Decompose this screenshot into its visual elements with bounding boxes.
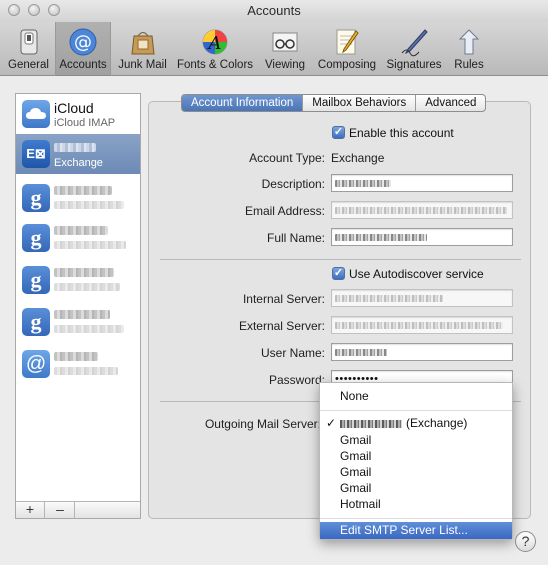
menu-separator <box>320 518 512 519</box>
tab-mailbox-behaviors[interactable]: Mailbox Behaviors <box>303 95 417 111</box>
redacted-account-name <box>54 143 96 152</box>
user-name-field[interactable] <box>331 343 513 361</box>
redacted-account-name <box>54 352 98 361</box>
menu-item-exchange[interactable]: ✓ (Exchange) <box>320 415 512 432</box>
autodiscover-label: Use Autodiscover service <box>349 267 484 281</box>
description-field[interactable] <box>331 174 513 192</box>
tab-advanced[interactable]: Advanced <box>416 95 485 111</box>
window-title: Accounts <box>247 3 301 18</box>
autodiscover-checkbox[interactable]: ✓ <box>332 267 345 280</box>
at-sign-icon: @ <box>69 28 97 56</box>
at-sign-icon: @ <box>22 350 50 378</box>
svg-text:A: A <box>207 33 222 54</box>
enable-account-checkbox[interactable]: ✓ <box>332 126 345 139</box>
google-icon: g <box>22 308 50 336</box>
account-item-exchange[interactable]: E⊠ Exchange <box>16 134 140 174</box>
internal-server-label: Internal Server: <box>242 292 325 306</box>
toolbar-junk-mail[interactable]: Junk Mail <box>115 22 170 76</box>
internal-server-field[interactable] <box>331 289 513 307</box>
glasses-icon <box>272 32 298 52</box>
tab-account-information[interactable]: Account Information <box>182 95 304 111</box>
svg-text:@: @ <box>74 32 92 53</box>
full-name-label: Full Name: <box>266 231 325 245</box>
account-item-google-2[interactable]: g <box>16 218 140 258</box>
account-type: iCloud IMAP <box>54 117 116 129</box>
redacted-account-type <box>54 283 120 291</box>
menu-item-gmail-1[interactable]: Gmail <box>320 432 512 449</box>
toolbar-accounts[interactable]: @ Accounts <box>55 22 111 76</box>
rules-arrow-icon <box>458 29 480 55</box>
password-label: Password: <box>268 373 325 387</box>
google-icon: g <box>22 266 50 294</box>
menu-item-gmail-4[interactable]: Gmail <box>320 480 512 497</box>
checkmark-icon: ✓ <box>326 416 337 430</box>
email-address-label: Email Address: <box>244 204 325 218</box>
outgoing-mail-server-label: Outgoing Mail Server: <box>204 417 321 431</box>
pencil-paper-icon <box>336 29 359 55</box>
account-item-icloud[interactable]: iCloud iCloud IMAP <box>16 94 140 134</box>
menu-item-gmail-3[interactable]: Gmail <box>320 464 512 481</box>
enable-account-label: Enable this account <box>349 126 454 140</box>
help-button[interactable]: ? <box>515 531 536 552</box>
menu-separator <box>320 410 512 411</box>
menu-item-edit-smtp-list[interactable]: Edit SMTP Server List... <box>320 522 512 539</box>
redacted-account-name <box>54 186 112 195</box>
account-item-google-3[interactable]: g <box>16 260 140 300</box>
junk-bag-icon <box>130 32 155 55</box>
account-type-value: Exchange <box>331 151 385 165</box>
user-name-label: User Name: <box>260 346 325 360</box>
toolbar-composing[interactable]: Composing <box>314 22 380 76</box>
redacted-account-type <box>54 241 126 249</box>
color-font-icon: A <box>202 29 228 55</box>
redacted-account-name <box>54 310 110 319</box>
toolbar-viewing[interactable]: Viewing <box>259 22 311 76</box>
redacted-account-name <box>54 268 114 277</box>
pen-signature-icon <box>401 29 428 57</box>
preferences-toolbar: General @ Accounts Junk Mail A Fonts & C… <box>0 22 548 76</box>
detail-tabs: Account Information Mailbox Behaviors Ad… <box>181 94 487 112</box>
smtp-server-menu: None ✓ (Exchange) Gmail Gmail Gmail Gmail… <box>319 382 513 540</box>
general-switch-icon <box>20 29 37 55</box>
account-type: Exchange <box>54 157 103 169</box>
google-icon: g <box>22 224 50 252</box>
sidebar-footer: + – <box>16 501 140 518</box>
toolbar-rules[interactable]: Rules <box>449 22 489 76</box>
menu-item-none[interactable]: None <box>320 388 512 405</box>
add-account-button[interactable]: + <box>16 502 45 518</box>
menu-item-hotmail[interactable]: Hotmail <box>320 496 512 513</box>
account-item-other[interactable]: @ <box>16 344 140 384</box>
section-divider <box>160 259 521 260</box>
account-item-google-4[interactable]: g <box>16 302 140 342</box>
full-name-field[interactable] <box>331 228 513 246</box>
exchange-icon: E⊠ <box>22 140 50 168</box>
toolbar-general[interactable]: General <box>5 22 52 76</box>
external-server-label: External Server: <box>238 319 325 333</box>
toolbar-signatures[interactable]: Signatures <box>383 22 445 76</box>
description-label: Description: <box>261 177 325 191</box>
redacted-server-name <box>340 420 402 428</box>
redacted-account-name <box>54 226 108 235</box>
menu-item-gmail-2[interactable]: Gmail <box>320 448 512 465</box>
external-server-field[interactable] <box>331 316 513 334</box>
account-name: iCloud <box>54 100 94 116</box>
toolbar-fonts-colors[interactable]: A Fonts & Colors <box>174 22 256 76</box>
google-icon: g <box>22 184 50 212</box>
redacted-account-type <box>54 367 118 375</box>
title-bar: Accounts <box>0 0 548 22</box>
redacted-account-type <box>54 201 124 209</box>
account-type-label: Account Type: <box>249 151 325 165</box>
remove-account-button[interactable]: – <box>46 502 75 518</box>
email-address-field[interactable] <box>331 201 513 219</box>
redacted-account-type <box>54 325 124 333</box>
icloud-icon <box>22 100 50 128</box>
accounts-list: iCloud iCloud IMAP E⊠ Exchange g g g g @… <box>15 93 141 519</box>
account-item-google-1[interactable]: g <box>16 178 140 218</box>
